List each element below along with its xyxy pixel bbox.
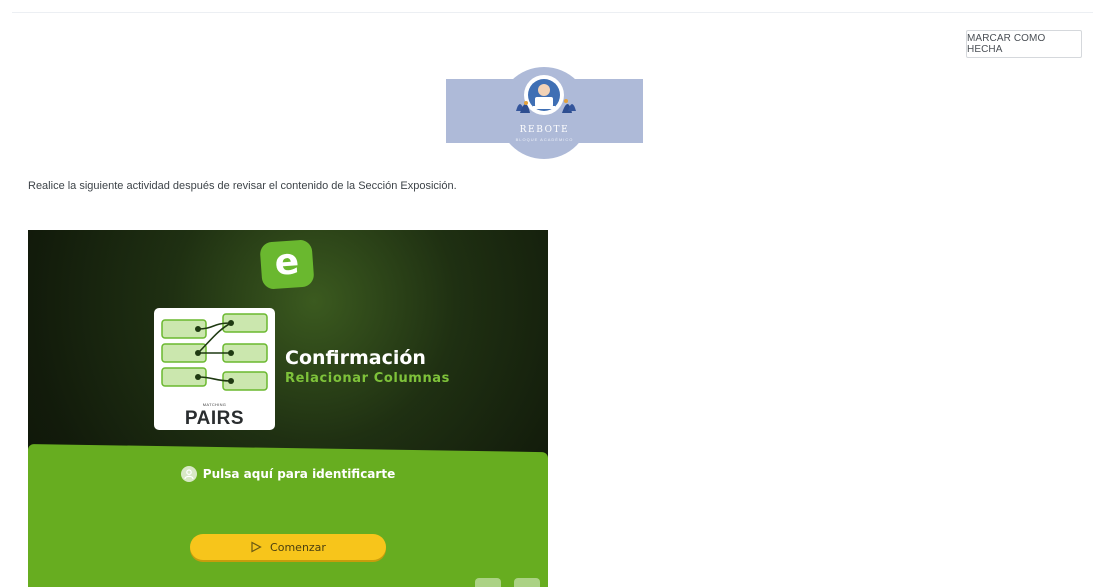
divider (12, 12, 1093, 13)
banner-subtitle: BLOQUE ACADÉMICO (515, 137, 574, 142)
logo-letter: e (273, 240, 301, 284)
card-label-big: PAIRS (184, 408, 245, 429)
activity-subtitle: Relacionar Columnas (285, 371, 451, 386)
matching-pairs-icon (161, 313, 268, 391)
banner-badge (498, 67, 590, 159)
login-link[interactable]: Pulsa aquí para identificarte (28, 466, 548, 482)
start-button[interactable]: Comenzar (190, 534, 386, 560)
card-label-small: MATCHING (202, 402, 227, 407)
start-label: Comenzar (270, 540, 326, 554)
banner-title: REBOTE (519, 125, 570, 135)
rebote-banner: REBOTE BLOQUE ACADÉMICO (446, 67, 643, 159)
student-illustration-icon (516, 75, 576, 115)
educaplay-logo-icon: e (259, 239, 315, 290)
embedded-activity[interactable]: e MATCHING PAIRS Confirmación Relacionar… (28, 230, 548, 587)
page: MARCAR COMO HECHA REBOTE BLOQUE ACADÉMIC… (0, 0, 1093, 587)
info-icon[interactable] (475, 578, 501, 587)
login-text: Pulsa aquí para identificarte (202, 467, 396, 481)
play-icon (251, 541, 262, 553)
activity-instruction: Realice la siguiente actividad después d… (28, 180, 457, 192)
activity-title: Confirmación (285, 347, 426, 369)
matching-pairs-card: MATCHING PAIRS (156, 310, 273, 429)
fullscreen-icon[interactable] (514, 578, 540, 587)
user-icon (180, 466, 197, 482)
mark-as-done-button[interactable]: MARCAR COMO HECHA (966, 30, 1082, 58)
